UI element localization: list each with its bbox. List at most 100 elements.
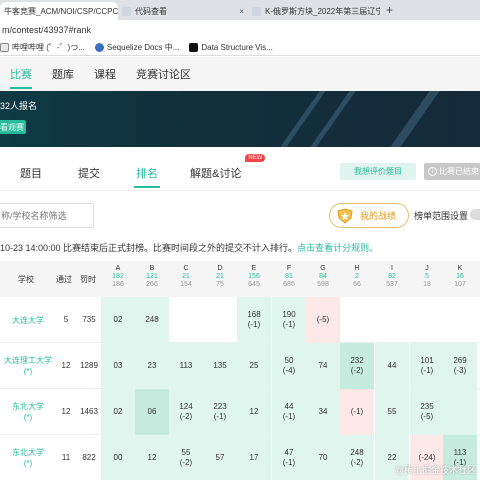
problem-cell-k[interactable] — [443, 389, 477, 435]
cell-time: 12 — [147, 453, 157, 462]
problem-cell-g[interactable]: 74 — [306, 343, 340, 389]
problem-cell-a[interactable]: 00 — [101, 435, 135, 480]
problem-cell-h[interactable]: 232 (-2) — [340, 343, 374, 389]
problem-header-k[interactable]: K 16 107 — [443, 265, 477, 289]
range-setting-toggle[interactable] — [470, 209, 480, 220]
problem-cell-b[interactable]: 248 — [135, 297, 169, 343]
problem-cell-d[interactable]: 57 — [203, 435, 237, 480]
problem-cell-f[interactable]: 50 (-4) — [272, 343, 306, 389]
problem-cell-c[interactable]: 55 (-2) — [169, 435, 203, 480]
problem-cell-f[interactable]: 47 (-1) — [272, 435, 306, 480]
problem-cell-g[interactable]: 34 — [306, 389, 340, 435]
scoring-rules-link[interactable]: 点击查看计分规则。 — [297, 243, 378, 253]
problem-cell-j[interactable] — [410, 297, 444, 343]
cell-time: 02 — [113, 315, 123, 324]
problem-cell-d[interactable]: 223 (-1) — [203, 389, 237, 435]
problem-cell-e[interactable]: 17 — [237, 435, 271, 480]
dsvis-icon — [189, 43, 199, 52]
problem-cell-e[interactable]: 168 (-1) — [237, 297, 271, 343]
cell-time: 135 — [213, 361, 227, 370]
problem-cell-i[interactable]: 55 — [375, 389, 409, 435]
tab-problems[interactable]: 题目 — [20, 158, 42, 188]
school-name[interactable]: 东北大学 (*) — [0, 401, 56, 423]
browser-tab-code-view[interactable]: 代码查看 × — [118, 2, 248, 20]
watch-contest-button[interactable]: 看观赛 — [0, 120, 26, 134]
cell-time: 70 — [318, 453, 328, 462]
problem-header-d[interactable]: D 21 75 — [203, 265, 237, 289]
problem-cell-h[interactable]: (-1) — [340, 389, 374, 435]
contest-ended-button[interactable]: i 比赛已结束 — [424, 163, 480, 180]
problem-cell-k[interactable] — [443, 297, 477, 343]
problem-header-j[interactable]: J 5 18 — [410, 265, 444, 289]
problem-cell-f[interactable]: 190 (-1) — [272, 297, 306, 343]
nav-problem-bank[interactable]: 题库 — [42, 57, 84, 91]
problem-header-i[interactable]: I 82 537 — [375, 265, 409, 289]
nav-contest[interactable]: 比赛 — [0, 57, 42, 91]
browser-tab-tetris[interactable]: K-俄罗斯方块_2022年第三届辽宁 × — [248, 2, 380, 20]
problem-cell-f[interactable]: 44 (-1) — [272, 389, 306, 435]
problem-cell-i[interactable] — [375, 297, 409, 343]
problem-cell-i[interactable]: 44 — [375, 343, 409, 389]
bookmark-sequelize[interactable]: Sequelize Docs 中... — [94, 42, 179, 53]
nav-courses[interactable]: 课程 — [84, 57, 126, 91]
school-star: (*) — [23, 413, 33, 422]
problem-cell-d[interactable]: 135 — [203, 343, 237, 389]
table-row: 大连大学 5 735 02 248 168 (-1) 190 (-1) (-5) — [0, 297, 480, 343]
problem-cell-j[interactable]: 235 (-5) — [410, 389, 444, 435]
problem-header-e[interactable]: E 156 645 — [237, 265, 271, 289]
new-tab-button[interactable]: + — [380, 3, 399, 20]
tab-solutions[interactable]: 解题&讨论 NEW — [190, 154, 266, 188]
problem-cell-c[interactable] — [169, 297, 203, 343]
tab-solutions-label: 解题&讨论 — [190, 168, 242, 180]
problem-cell-g[interactable]: 70 — [306, 435, 340, 480]
problem-accepted-count: 5 — [425, 273, 429, 280]
problem-cell-b[interactable]: 06 — [135, 389, 169, 435]
problem-cell-e[interactable]: 25 — [237, 343, 271, 389]
problem-header-b[interactable]: B 121 266 — [135, 265, 169, 289]
address-bar[interactable]: m/contest/43937#rank — [0, 20, 480, 40]
my-record-button[interactable]: 我的战绩 — [329, 203, 409, 228]
problem-cell-k[interactable]: 269 (-3) — [443, 343, 477, 389]
problem-cell-c[interactable]: 124 (-2) — [169, 389, 203, 435]
bookmark-label: 哔哩哔哩 (゜-゜)つ... — [12, 43, 85, 52]
nav-discussion[interactable]: 竞赛讨论区 — [126, 57, 201, 91]
problem-header-h[interactable]: H 2 66 — [340, 265, 374, 289]
tab-ranking[interactable]: 排名 — [134, 158, 160, 188]
problem-cell-a[interactable]: 02 — [101, 297, 135, 343]
problem-header-f[interactable]: F 81 686 — [272, 265, 306, 289]
browser-tab-nowcoder[interactable]: 牛客竞赛_ACM/NOI/CSP/CCPC × — [0, 2, 118, 20]
cell-time: 232 — [350, 356, 364, 365]
school-name[interactable]: 东北大学 (*) — [0, 447, 56, 469]
problem-cell-h[interactable] — [340, 297, 374, 343]
problem-cell-j[interactable]: 101 (-1) — [410, 343, 444, 389]
problem-cell-b[interactable]: 23 — [135, 343, 169, 389]
problem-cell-c[interactable]: 113 — [169, 343, 203, 389]
problem-cell-h[interactable]: 248 (-2) — [340, 435, 374, 480]
bookmark-dsvis[interactable]: Data Structure Vis... — [189, 43, 273, 52]
bookmark-bilibili[interactable]: 哔哩哔哩 (゜-゜)つ... — [0, 42, 85, 53]
cell-attempts: (-2) — [179, 458, 193, 467]
problem-header-g[interactable]: G 84 598 — [306, 265, 340, 289]
school-star: (*) — [23, 459, 33, 468]
tab-title: 代码查看 — [135, 6, 167, 16]
url-text[interactable]: m/contest/43937#rank — [2, 25, 91, 35]
bookmark-label: Data Structure Vis... — [201, 43, 273, 52]
problem-cell-d[interactable] — [203, 297, 237, 343]
close-icon[interactable]: × — [235, 7, 244, 16]
problem-cell-e[interactable]: 12 — [237, 389, 271, 435]
problem-cell-a[interactable]: 03 — [101, 343, 135, 389]
tab-submissions[interactable]: 提交 — [78, 158, 100, 188]
evaluate-problems-button[interactable]: 我想评价题目 — [340, 163, 416, 180]
school-name[interactable]: 大连理工大学 (*) — [0, 355, 56, 377]
problem-cell-b[interactable]: 12 — [135, 435, 169, 480]
problem-header-a[interactable]: A 182 186 — [101, 265, 135, 289]
problem-header-c[interactable]: C 21 154 — [169, 265, 203, 289]
cell-time: 55 — [387, 407, 397, 416]
passed-count: 12 — [61, 361, 71, 370]
school-filter-input[interactable] — [0, 203, 94, 228]
problem-cell-g[interactable]: (-5) — [306, 297, 340, 343]
sequelize-icon — [94, 43, 104, 52]
cell-time: (-5) — [316, 315, 330, 324]
problem-cell-a[interactable]: 02 — [101, 389, 135, 435]
school-name[interactable]: 大连大学 — [0, 315, 56, 326]
